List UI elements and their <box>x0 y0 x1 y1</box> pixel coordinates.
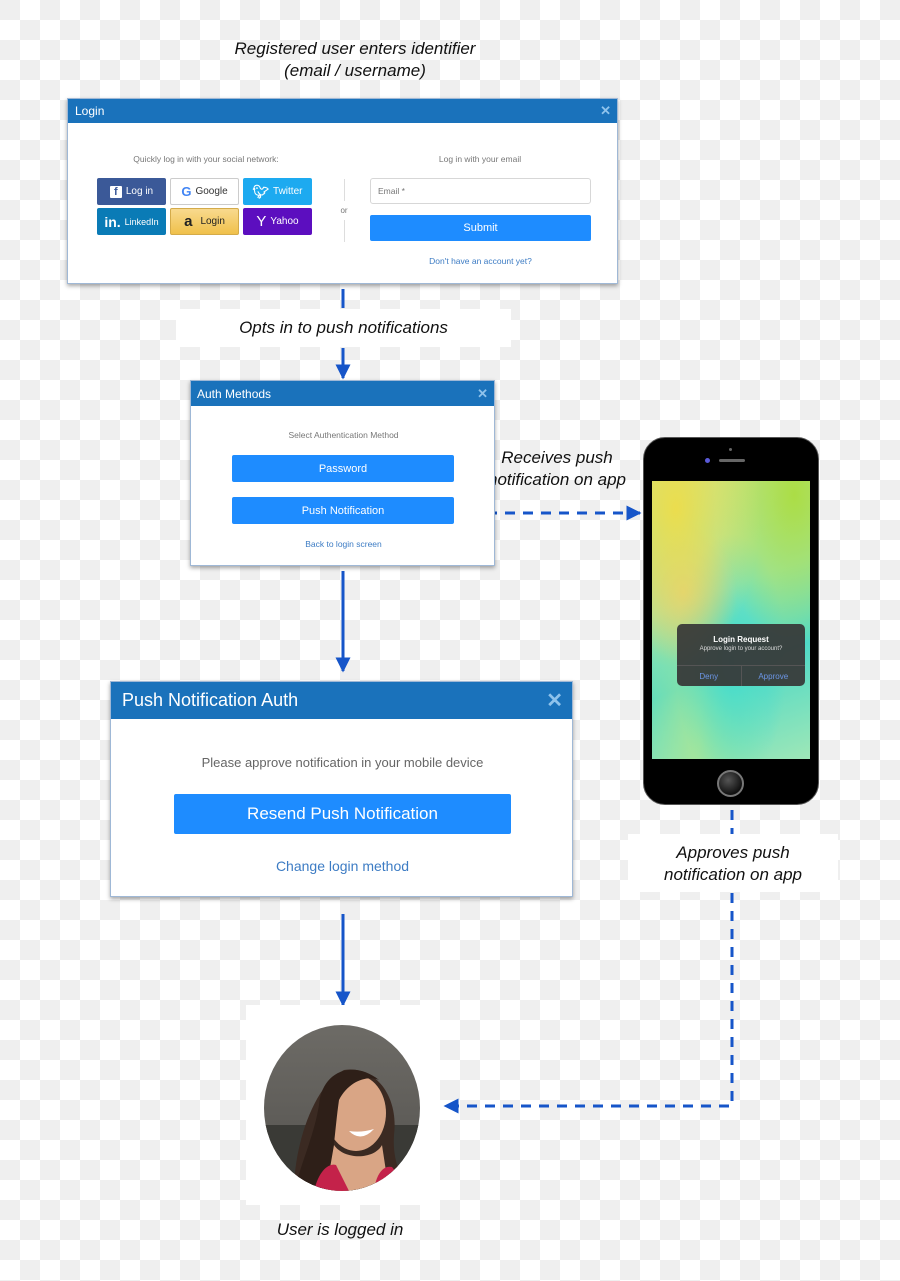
facebook-login-label: Log in <box>125 186 154 197</box>
twitter-login-button[interactable]: 🐦︎ Twitter <box>243 178 312 205</box>
auth-methods-dialog: Auth Methods ✕ Select Authentication Met… <box>190 380 495 566</box>
twitter-login-label: Twitter <box>273 186 303 197</box>
auth-methods-header: Auth Methods ✕ <box>191 381 494 406</box>
facebook-login-button[interactable]: f Log in <box>97 178 166 205</box>
google-login-label: Google <box>195 186 228 197</box>
change-login-method-link[interactable]: Change login method <box>111 858 574 874</box>
yahoo-login-button[interactable]: Y Yahoo <box>243 208 312 235</box>
divider-line-bottom <box>344 220 345 242</box>
linkedin-login-label: LinkedIn <box>124 216 159 227</box>
phone-speaker <box>719 459 745 462</box>
dashed-arrow-phone-to-user <box>443 893 734 1114</box>
google-icon: G <box>181 184 192 199</box>
linkedin-icon: in. <box>104 213 121 230</box>
push-notification-message: Please approve notification in your mobi… <box>201 755 484 770</box>
push-notification-header: Push Notification Auth ✕ <box>111 682 572 719</box>
password-method-button[interactable]: Password <box>232 455 454 482</box>
amazon-icon: a <box>184 213 193 230</box>
user-avatar <box>264 1025 420 1191</box>
login-dialog-header: Login ✕ <box>68 99 617 123</box>
amazon-login-label: Login <box>200 216 225 227</box>
yahoo-icon: Y <box>256 213 267 230</box>
deny-button[interactable]: Deny <box>677 666 741 686</box>
phone-camera-dot <box>729 448 732 451</box>
google-login-button[interactable]: G Google <box>170 178 239 205</box>
caption-step-4-line-1: Approves push <box>676 843 790 862</box>
user-photo <box>264 1069 420 1191</box>
caption-step-3-line-1: Receives push <box>501 448 613 467</box>
email-input[interactable] <box>370 178 591 204</box>
login-dialog: Login ✕ Quickly log in with your social … <box>67 98 618 284</box>
push-notification-title: Push Notification Auth <box>122 690 299 710</box>
caption-step-4-line-2: notification on app <box>664 865 802 884</box>
logged-in-user <box>246 1005 440 1205</box>
close-icon[interactable]: ✕ <box>477 386 488 402</box>
facebook-icon: f <box>109 185 122 198</box>
yahoo-login-label: Yahoo <box>270 216 299 227</box>
phone-screen: Login Request Approve login to your acco… <box>652 481 810 759</box>
login-dialog-title: Login <box>75 104 105 118</box>
divider-or-label: or <box>340 206 348 215</box>
caption-step-4: Approves push notification on app <box>628 834 838 892</box>
alert-title: Login Request <box>713 635 769 644</box>
back-to-login-link[interactable]: Back to login screen <box>191 539 496 549</box>
push-notification-method-button[interactable]: Push Notification <box>232 497 454 524</box>
auth-methods-heading: Select Authentication Method <box>288 430 399 440</box>
alert-message: Approve login to your account? <box>699 646 783 652</box>
resend-push-button[interactable]: Resend Push Notification <box>174 794 511 834</box>
phone-front-camera <box>705 458 710 463</box>
email-heading: Log in with your email <box>438 154 522 164</box>
close-icon[interactable]: ✕ <box>546 688 563 713</box>
twitter-icon: 🐦︎ <box>252 183 270 199</box>
auth-methods-title: Auth Methods <box>197 386 272 401</box>
login-request-alert: Login Request Approve login to your acco… <box>677 624 805 686</box>
caption-step-2: Opts in to push notifications <box>176 309 511 347</box>
amazon-login-button[interactable]: a Login <box>170 208 239 235</box>
caption-step-5: User is logged in <box>276 1220 404 1239</box>
caption-step-1: Registered user enters identifier (email… <box>200 38 510 82</box>
linkedin-login-button[interactable]: in. LinkedIn <box>97 208 166 235</box>
caption-step-3-line-2: notification on app <box>488 470 626 489</box>
close-icon[interactable]: ✕ <box>600 103 611 119</box>
caption-step-1-line-2: (email / username) <box>284 61 426 80</box>
caption-step-1-line-1: Registered user enters identifier <box>234 39 476 58</box>
mobile-phone: Login Request Approve login to your acco… <box>643 437 819 805</box>
alert-actions: Deny Approve <box>677 665 805 686</box>
approve-button[interactable]: Approve <box>740 666 806 686</box>
divider-line-top <box>344 179 345 201</box>
signup-link[interactable]: Don't have an account yet? <box>370 256 591 266</box>
caption-step-3: Receives push notification on app <box>474 447 640 491</box>
phone-home-button[interactable] <box>717 770 744 797</box>
push-notification-dialog: Push Notification Auth ✕ Please approve … <box>110 681 573 897</box>
submit-button[interactable]: Submit <box>370 215 591 241</box>
social-heading: Quickly log in with your social network: <box>133 154 279 164</box>
